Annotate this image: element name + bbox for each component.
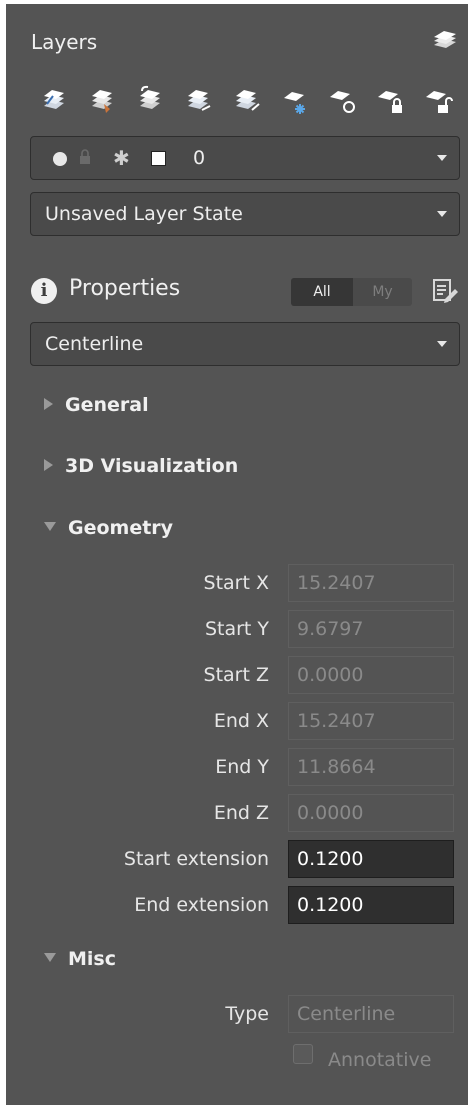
selection-dropdown[interactable]: Centerline [30,322,460,366]
end-y-field: 11.8664 [288,748,454,786]
start-y-label: Start Y [204,618,269,640]
layer-isolate-icon[interactable] [180,82,216,118]
layer-state-dropdown[interactable]: Unsaved Layer State [30,192,460,236]
chevron-right-icon [44,458,53,471]
chevron-down-icon [437,211,447,217]
start-x-field: 15.2407 [288,564,454,602]
start-extension-label: Start extension [123,848,269,870]
chevron-down-icon [437,341,447,347]
toggle-my[interactable]: My [353,278,412,306]
end-z-label: End Z [213,802,269,824]
chevron-down-icon [44,522,56,531]
selection-value: Centerline [45,333,144,355]
section-3d-visualization-label: 3D Visualization [65,455,239,477]
layer-match-icon[interactable] [84,82,120,118]
layer-on-icon [53,152,67,166]
section-misc-label: Misc [68,948,116,970]
layer-freeze-icon[interactable] [276,82,312,118]
start-extension-field[interactable]: 0.1200 [288,840,454,878]
layer-state-value: Unsaved Layer State [45,203,243,225]
layers-title: Layers [31,30,98,54]
all-my-toggle: All My [291,278,412,306]
end-extension-label: End extension [134,894,269,916]
current-layer-name: 0 [193,147,206,169]
layer-off-icon[interactable] [324,82,360,118]
section-geometry-label: Geometry [68,517,174,539]
layer-unlock-icon[interactable] [420,82,456,118]
layer-lock-icon[interactable] [372,82,408,118]
current-layer-dropdown[interactable]: ✱ 0 [30,136,460,180]
end-extension-field[interactable]: 0.1200 [288,886,454,924]
type-field: Centerline [288,995,454,1033]
end-x-label: End X [213,710,269,732]
layer-lock-state-icon [79,149,91,169]
annotative-label: Annotative [328,1049,432,1071]
edit-properties-icon[interactable] [431,277,459,305]
toggle-all[interactable]: All [291,278,353,306]
start-z-field: 0.0000 [288,656,454,694]
type-label: Type [225,1003,269,1025]
layers-stack-icon[interactable] [430,30,458,52]
info-icon: i [31,278,57,304]
start-z-label: Start Z [203,664,269,686]
properties-title: Properties [69,276,181,301]
start-x-label: Start X [203,572,269,594]
layer-unisolate-icon[interactable] [228,82,264,118]
layer-manager-icon[interactable] [36,82,72,118]
chevron-right-icon [44,397,53,410]
layer-color-swatch [151,151,166,166]
section-geometry[interactable]: Geometry [44,517,173,539]
end-x-field: 15.2407 [288,702,454,740]
end-y-label: End Y [215,756,269,778]
properties-header: i Properties All My [31,276,461,308]
section-misc[interactable]: Misc [44,948,116,970]
start-y-field: 9.6797 [288,610,454,648]
chevron-down-icon [44,953,56,962]
layer-previous-icon[interactable] [132,82,168,118]
layer-thaw-icon: ✱ [113,146,130,170]
chevron-down-icon [437,155,447,161]
section-general[interactable]: General [44,394,149,416]
end-z-field: 0.0000 [288,794,454,832]
section-3d-visualization[interactable]: 3D Visualization [44,455,238,477]
layer-toolbar [36,82,456,118]
annotative-checkbox[interactable] [293,1044,313,1064]
properties-palette: Layers ✱ 0 Unsaved Layer State i Propert… [6,4,468,1105]
section-general-label: General [65,394,149,416]
